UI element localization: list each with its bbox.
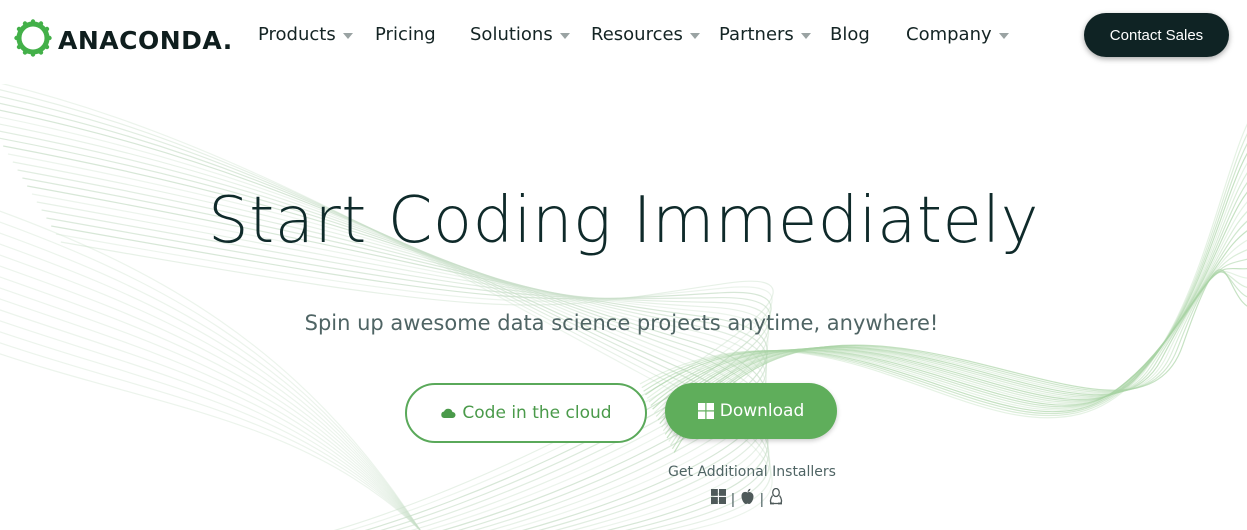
nav-item-label: Company xyxy=(906,24,992,45)
nav-item-products[interactable]: Products xyxy=(258,24,353,45)
wave-line xyxy=(51,225,772,530)
chevron-down-icon xyxy=(800,33,811,39)
linux-icon[interactable] xyxy=(769,487,783,510)
additional-installers-label: Get Additional Installers xyxy=(668,464,836,480)
chevron-down-icon xyxy=(998,33,1009,39)
wave-line xyxy=(0,221,421,530)
wave-line xyxy=(46,217,771,530)
contact-sales-button[interactable]: Contact Sales xyxy=(1084,13,1229,57)
download-button[interactable]: Download xyxy=(665,383,837,439)
separator: | xyxy=(731,490,735,508)
wave-line xyxy=(0,320,421,530)
nav-item-label: Solutions xyxy=(470,24,553,45)
nav-item-pricing[interactable]: Pricing xyxy=(375,24,436,45)
hero-subtitle: Spin up awesome data science projects an… xyxy=(304,311,939,335)
code-in-cloud-button[interactable]: Code in the cloud xyxy=(405,383,647,443)
chevron-down-icon xyxy=(559,33,570,39)
nav-item-label: Blog xyxy=(830,24,870,45)
wave-line xyxy=(0,331,421,530)
nav-item-label: Products xyxy=(258,24,336,45)
chevron-down-icon xyxy=(689,33,700,39)
installer-links: | | xyxy=(711,487,783,510)
nav-item-solutions[interactable]: Solutions xyxy=(470,24,570,45)
wave-line xyxy=(0,353,421,530)
nav-item-company[interactable]: Company xyxy=(906,24,1009,45)
nav-item-blog[interactable]: Blog xyxy=(830,24,870,45)
chevron-down-icon xyxy=(342,33,353,39)
nav-item-label: Partners xyxy=(719,24,794,45)
download-label: Download xyxy=(719,401,805,421)
nav-item-resources[interactable]: Resources xyxy=(591,24,700,45)
wave-line xyxy=(0,342,421,530)
hero-wave-background xyxy=(0,84,1247,530)
site-header: ANACONDA. Products Pricing Solutions Res… xyxy=(0,0,1247,84)
code-in-cloud-label: Code in the cloud xyxy=(462,403,612,423)
brand-name: ANACONDA. xyxy=(58,26,233,55)
anaconda-logo[interactable]: ANACONDA. xyxy=(14,19,233,62)
nav-item-partners[interactable]: Partners xyxy=(719,24,811,45)
nav-item-label: Pricing xyxy=(375,24,436,45)
nav-item-label: Resources xyxy=(591,24,683,45)
windows-icon xyxy=(697,403,714,419)
hero-title: Start Coding Immediately xyxy=(208,184,1039,258)
anaconda-ring-icon xyxy=(14,19,52,62)
cloud-icon xyxy=(440,407,456,419)
windows-icon[interactable] xyxy=(711,489,726,509)
apple-icon[interactable] xyxy=(740,488,755,510)
separator: | xyxy=(759,490,764,508)
